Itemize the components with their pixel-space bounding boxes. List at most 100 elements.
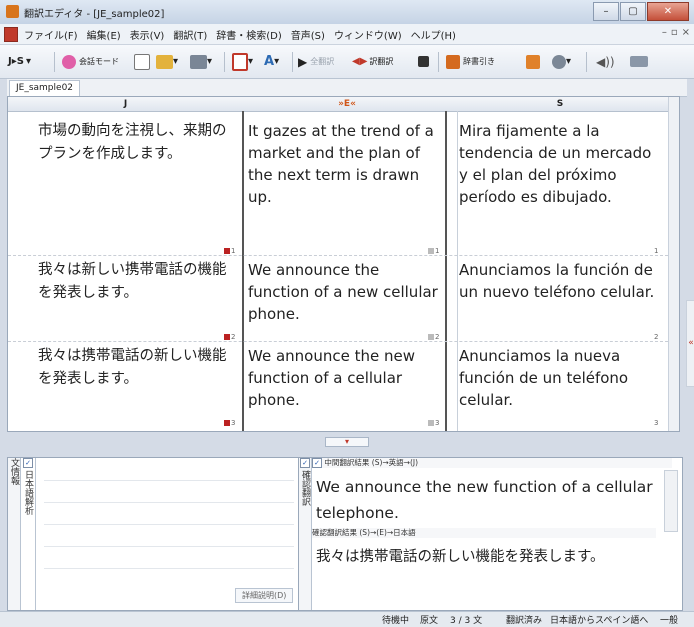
- row-1-japanese[interactable]: 市場の動向を注視し、来期のプランを作成します。: [38, 120, 240, 166]
- dictionary-lookup-button[interactable]: 辞書引き: [446, 53, 495, 70]
- language-direction-button[interactable]: J▸S ▾: [8, 53, 31, 70]
- row-2-spanish[interactable]: Anunciamos la función de un nuevo teléfo…: [459, 259, 664, 303]
- confirm-translation-checkbox[interactable]: ✓: [300, 458, 310, 468]
- row-3-spanish[interactable]: Anunciamos la nueva función de un teléfo…: [459, 345, 664, 411]
- side-panel-toggle[interactable]: «: [686, 300, 694, 387]
- sentence-info-label: 文情報: [9, 458, 19, 485]
- row-2-english[interactable]: We announce the function of a new cellul…: [248, 259, 444, 325]
- font-button[interactable]: A ▾: [264, 53, 279, 70]
- chat-mode-label: 会話モード: [79, 57, 119, 66]
- new-document-button[interactable]: [134, 53, 150, 70]
- mdi-restore-button[interactable]: ▫: [671, 27, 678, 38]
- menu-window[interactable]: ウィンドウ(W): [334, 27, 402, 42]
- pane-splitter[interactable]: ▾: [0, 436, 694, 447]
- dictionary-icon: [446, 54, 460, 69]
- row-1-english[interactable]: It gazes at the trend of a market and th…: [248, 120, 444, 208]
- minimize-button[interactable]: –: [593, 2, 619, 21]
- confirm-translation-label: 確認翻訳: [300, 470, 310, 506]
- menu-bar: ファイル(F) 編集(E) 表示(V) 翻訳(T) 辞書・検索(D) 音声(S)…: [0, 24, 694, 45]
- translation-grid: J »E« S 市場の動向を注視し、来期のプランを作成します。 It gazes…: [7, 96, 680, 432]
- intermediate-result-text[interactable]: We announce the new function of a cellul…: [316, 474, 654, 526]
- menu-edit[interactable]: 編集(E): [87, 27, 121, 42]
- retranslate-button[interactable]: ◀▶ 訳翻訳: [352, 53, 393, 70]
- row-1-marker-s: 1: [654, 247, 659, 255]
- status-direction: 日本語からスペイン語へ: [550, 616, 649, 626]
- sentence-info-tab[interactable]: 文情報: [8, 458, 21, 610]
- row-2-marker-j: 2: [224, 333, 235, 341]
- speaker-icon: ◀)): [596, 54, 615, 69]
- print-button[interactable]: ▾: [190, 53, 212, 70]
- column-header-s[interactable]: S: [451, 97, 670, 112]
- row-1-spanish[interactable]: Mira fijamente a la tendencia de un merc…: [459, 120, 664, 208]
- retranslate-icon: ◀▶: [352, 56, 368, 67]
- open-button[interactable]: ▾: [156, 53, 178, 70]
- row-3-marker-e: 3: [428, 419, 439, 427]
- row-2-marker-s: 2: [654, 333, 659, 341]
- analysis-pane: 詳細説明(D): [36, 458, 299, 610]
- confirm-translation-pane: ✓ 中間翻訳結果 (S)→英語→(J) We announce the new …: [312, 458, 680, 610]
- mdi-close-button[interactable]: ×: [682, 27, 690, 38]
- columns-icon: [232, 52, 248, 71]
- grid-scrollbar[interactable]: [668, 97, 679, 431]
- menu-voice[interactable]: 音声(S): [291, 27, 325, 42]
- bookmark-button[interactable]: [526, 53, 540, 70]
- settings-button[interactable]: ▾: [552, 53, 571, 70]
- menu-translate[interactable]: 翻訳(T): [173, 27, 207, 42]
- confirm-translation-tab[interactable]: ✓ 確認翻訳: [299, 458, 312, 610]
- status-translated: 翻訳済み: [506, 616, 543, 626]
- translate-all-button[interactable]: ▶ 全翻訳: [298, 53, 334, 70]
- retranslate-label: 訳翻訳: [369, 57, 394, 66]
- menu-view[interactable]: 表示(V): [130, 27, 165, 42]
- maximize-button[interactable]: ▢: [620, 2, 646, 21]
- row-2-marker-e: 2: [428, 333, 439, 341]
- column-header-e[interactable]: »E«: [243, 97, 452, 112]
- row-2-japanese[interactable]: 我々は新しい携帯電話の機能を発表します。: [38, 259, 240, 305]
- printer-icon: [190, 54, 207, 69]
- chat-mode-button[interactable]: 会話モード: [62, 53, 119, 70]
- detail-explanation-button[interactable]: 詳細説明(D): [235, 588, 294, 603]
- speech-button[interactable]: ◀)): [596, 53, 615, 70]
- document-tabbar: JE_sample02: [7, 79, 687, 97]
- tab-document[interactable]: JE_sample02: [9, 80, 81, 96]
- menu-dictionary[interactable]: 辞書・検索(D): [216, 27, 282, 42]
- keyboard-icon: [630, 56, 648, 67]
- folder-icon: [156, 54, 173, 69]
- row-3-japanese[interactable]: 我々は携帯電話の新しい機能を発表します。: [38, 345, 240, 391]
- mdi-minimize-button[interactable]: –: [662, 27, 667, 38]
- status-mode: 一般: [660, 616, 679, 626]
- toolbar: J▸S ▾ 会話モード ▾ ▾ ▾ A ▾ ▶ 全翻訳 ◀▶ 訳翻訳 辞書引き ▾: [0, 45, 694, 79]
- gear-icon: [552, 54, 566, 69]
- intermediate-checkbox[interactable]: ✓: [312, 458, 322, 468]
- column-header-j[interactable]: J: [8, 97, 244, 112]
- translate-all-label: 全翻訳: [310, 57, 335, 66]
- confirm-result-header: 確認翻訳結果 (S)→(E)→日本語: [312, 528, 656, 538]
- row-3-marker-j: 3: [224, 419, 235, 427]
- stop-icon: [418, 56, 429, 67]
- confirm-result-text[interactable]: 我々は携帯電話の新しい機能を発表します。: [316, 544, 654, 570]
- close-button[interactable]: ✕: [647, 2, 689, 21]
- stop-button[interactable]: [418, 53, 429, 70]
- intermediate-result-header: ✓ 中間翻訳結果 (S)→英語→(J): [312, 458, 672, 468]
- menu-file[interactable]: ファイル(F): [24, 27, 78, 42]
- dictionary-lookup-label: 辞書引き: [463, 57, 495, 66]
- splitter-toggle-icon[interactable]: ▾: [325, 437, 369, 447]
- tab-label: JE_sample02: [16, 83, 74, 93]
- language-direction-label: J▸S: [8, 56, 24, 67]
- layout-button[interactable]: ▾: [232, 52, 253, 71]
- window-title: 翻訳エディタ - [JE_sample02]: [24, 9, 165, 20]
- keyboard-button[interactable]: [630, 53, 648, 70]
- play-icon: ▶: [298, 54, 308, 69]
- row-1-marker-e: 1: [428, 247, 439, 255]
- japanese-analysis-tab[interactable]: ✓ 日本語解析: [21, 458, 36, 610]
- document-icon[interactable]: [4, 27, 18, 42]
- row-1-marker-j: 1: [224, 247, 235, 255]
- intermediate-scrollbar[interactable]: [664, 470, 678, 532]
- row-3-english[interactable]: We announce the new function of a cellul…: [248, 345, 444, 411]
- font-icon: A: [264, 54, 275, 69]
- japanese-analysis-checkbox[interactable]: ✓: [23, 458, 33, 468]
- app-icon: [6, 5, 19, 18]
- menu-help[interactable]: ヘルプ(H): [411, 27, 456, 42]
- new-document-icon: [134, 53, 150, 70]
- japanese-analysis-label: 日本語解析: [23, 470, 33, 515]
- chat-mode-icon: [62, 54, 76, 69]
